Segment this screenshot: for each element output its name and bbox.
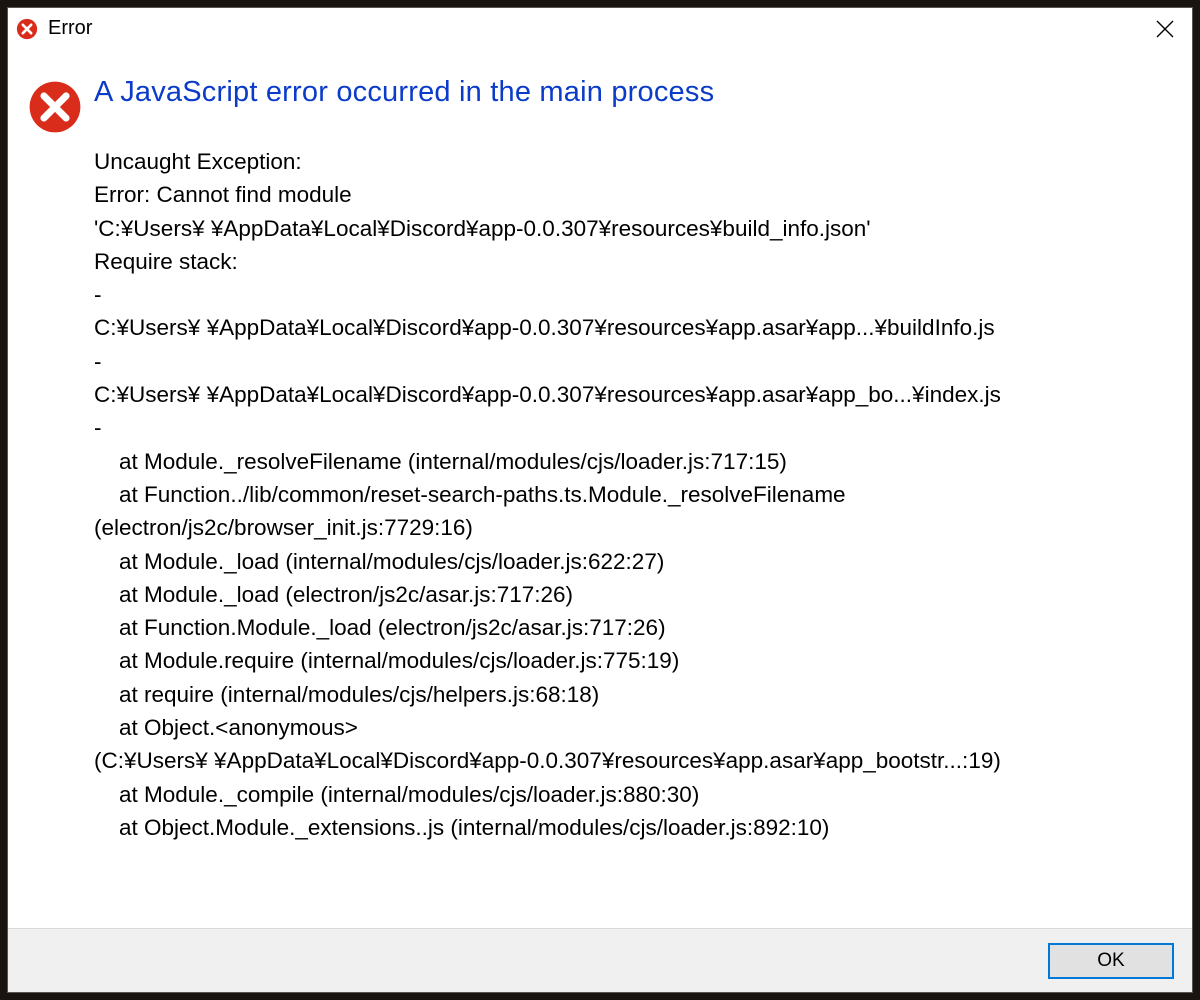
- error-dialog: Error A JavaScript error occurred in the…: [7, 7, 1193, 993]
- titlebar-title: Error: [48, 17, 92, 40]
- exception-line: Uncaught Exception:: [94, 145, 1172, 178]
- redacted-user: [200, 315, 206, 340]
- dialog-content: A JavaScript error occurred in the main …: [8, 48, 1192, 928]
- titlebar: Error: [8, 8, 1192, 48]
- heading: A JavaScript error occurred in the main …: [94, 76, 1172, 109]
- require-stack-label: Require stack:: [94, 245, 1172, 278]
- stack-frame: at Function.Module._load (electron/js2c/…: [94, 611, 1172, 644]
- path-suffix: ¥AppData¥Local¥Discord¥app-0.0.307¥resou…: [214, 748, 1001, 773]
- stack-path-2: C:¥Users¥ ¥AppData¥Local¥Discord¥app-0.0…: [94, 378, 1172, 411]
- stack-dash: -: [94, 345, 1172, 378]
- error-icon: [28, 121, 82, 138]
- dialog-icon-col: [22, 76, 94, 928]
- ok-button[interactable]: OK: [1048, 943, 1174, 979]
- redacted-user: [208, 748, 214, 773]
- stack-trace: at Module._resolveFilename (internal/mod…: [94, 445, 1172, 845]
- button-bar: OK: [8, 928, 1192, 992]
- stack-path-1: C:¥Users¥ ¥AppData¥Local¥Discord¥app-0.0…: [94, 311, 1172, 344]
- module-path: 'C:¥Users¥ ¥AppData¥Local¥Discord¥app-0.…: [94, 212, 1172, 245]
- stack-frame: at require (internal/modules/cjs/helpers…: [94, 678, 1172, 711]
- dialog-body: A JavaScript error occurred in the main …: [94, 76, 1178, 928]
- close-button[interactable]: [1150, 14, 1180, 44]
- redacted-user: [200, 382, 206, 407]
- path-suffix: ¥AppData¥Local¥Discord¥app-0.0.307¥resou…: [207, 382, 1001, 407]
- stack-frame: at Module._compile (internal/modules/cjs…: [94, 778, 1172, 811]
- path-suffix: ¥AppData¥Local¥Discord¥app-0.0.307¥resou…: [211, 216, 871, 241]
- error-icon: [16, 18, 38, 40]
- path-prefix: C:¥Users¥: [94, 382, 200, 407]
- path-suffix: ¥AppData¥Local¥Discord¥app-0.0.307¥resou…: [207, 315, 995, 340]
- stack-frame: at Module._resolveFilename (internal/mod…: [94, 445, 1172, 478]
- stack-frame: at Object.Module._extensions..js (intern…: [94, 811, 1172, 844]
- stack-frame: at Module.require (internal/modules/cjs/…: [94, 644, 1172, 677]
- stack-frame: at Module._load (electron/js2c/asar.js:7…: [94, 578, 1172, 611]
- error-line: Error: Cannot find module: [94, 178, 1172, 211]
- stack-frame: at Function../lib/common/reset-search-pa…: [94, 478, 1172, 511]
- stack-dash: -: [94, 411, 1172, 444]
- stack-frame: at Object.<anonymous>: [94, 711, 1172, 744]
- path-prefix: C:¥Users¥: [94, 315, 200, 340]
- stack-dash: -: [94, 278, 1172, 311]
- stack-frame: (electron/js2c/browser_init.js:7729:16): [94, 511, 1172, 544]
- path-prefix: 'C:¥Users¥: [94, 216, 205, 241]
- stack-frame: at Module._load (internal/modules/cjs/lo…: [94, 545, 1172, 578]
- path-prefix: (C:¥Users¥: [94, 748, 208, 773]
- redacted-user: [205, 216, 211, 241]
- stack-frame: (C:¥Users¥ ¥AppData¥Local¥Discord¥app-0.…: [94, 744, 1172, 777]
